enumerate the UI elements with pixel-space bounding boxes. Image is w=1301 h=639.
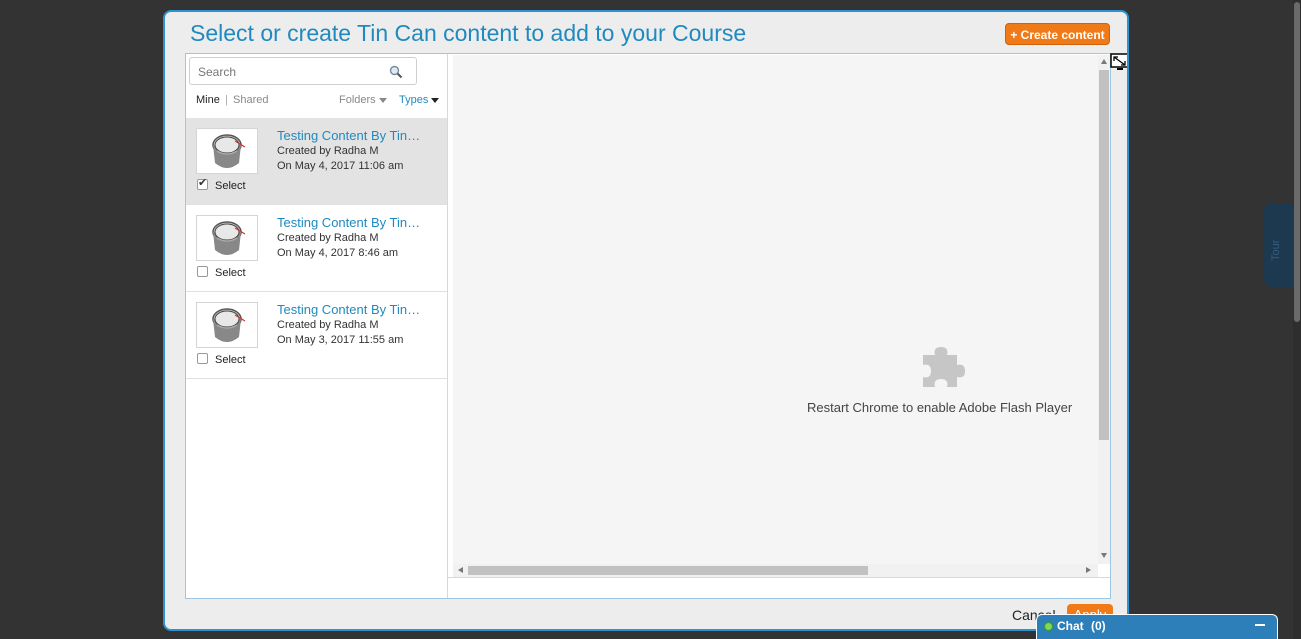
chat-count: (0) [1091, 619, 1106, 633]
item-title-link[interactable]: Testing Content By Tin… [277, 128, 427, 143]
content-list: Testing Content By Tin… Created by Radha… [186, 118, 447, 379]
tin-can-icon [212, 308, 246, 342]
content-list-panel: Mine | Shared Folders Types [186, 54, 448, 598]
item-date: On May 3, 2017 11:55 am [277, 334, 404, 346]
select-label: Select [215, 267, 246, 279]
content-thumbnail [196, 128, 258, 174]
content-thumbnail [196, 215, 258, 261]
page-scrollbar-thumb[interactable] [1294, 2, 1300, 322]
content-picker-dialog: Select or create Tin Can content to add … [163, 10, 1129, 631]
scroll-up-icon[interactable] [1101, 59, 1107, 64]
scrollbar-thumb[interactable] [468, 566, 868, 575]
item-author: Created by Radha M [277, 145, 379, 157]
search-input[interactable] [196, 62, 380, 82]
dialog-title: Select or create Tin Can content to add … [190, 20, 747, 46]
scrollbar-thumb[interactable] [1099, 70, 1109, 440]
types-label: Types [399, 94, 429, 106]
filter-mine[interactable]: Mine [196, 94, 220, 106]
tour-label: Tour [1270, 239, 1282, 261]
preview-vertical-scrollbar[interactable] [1098, 55, 1110, 564]
folders-dropdown[interactable]: Folders [339, 94, 387, 106]
folders-label: Folders [339, 94, 376, 106]
fullscreen-icon[interactable] [1110, 53, 1129, 71]
chat-bar[interactable]: Chat (0) [1036, 614, 1278, 639]
item-title-link[interactable]: Testing Content By Tin… [277, 215, 427, 230]
select-label: Select [215, 180, 246, 192]
search-box[interactable] [189, 57, 417, 85]
select-checkbox[interactable] [197, 353, 208, 364]
item-author: Created by Radha M [277, 319, 379, 331]
minimize-icon[interactable] [1255, 624, 1265, 626]
filter-shared[interactable]: Shared [233, 94, 268, 106]
chevron-down-icon [431, 97, 440, 103]
item-author: Created by Radha M [277, 232, 379, 244]
types-dropdown[interactable]: Types [399, 94, 440, 106]
item-date: On May 4, 2017 11:06 am [277, 160, 404, 172]
scroll-right-icon[interactable] [1086, 567, 1091, 573]
filter-separator: | [225, 94, 228, 106]
item-date: On May 4, 2017 8:46 am [277, 247, 399, 259]
flash-message: Restart Chrome to enable Adobe Flash Pla… [807, 400, 1073, 415]
preview-horizontal-scrollbar[interactable] [453, 564, 1098, 577]
content-thumbnail [196, 302, 258, 348]
scroll-left-icon[interactable] [458, 567, 463, 573]
list-item[interactable]: Testing Content By Tin… Created by Radha… [186, 205, 447, 292]
content-frame: Mine | Shared Folders Types [185, 53, 1111, 599]
filter-row: Mine | Shared Folders Types [186, 94, 447, 112]
create-content-button[interactable]: + Create content [1005, 23, 1110, 45]
tin-can-icon [212, 221, 246, 255]
list-item[interactable]: Testing Content By Tin… Created by Radha… [186, 292, 447, 379]
scroll-down-icon[interactable] [1101, 553, 1107, 558]
item-title-link[interactable]: Testing Content By Tin… [277, 302, 427, 317]
tour-tab[interactable]: Tour [1264, 203, 1294, 287]
tin-can-icon [212, 134, 246, 168]
select-checkbox[interactable] [197, 266, 208, 277]
select-checkbox[interactable] [197, 176, 208, 190]
list-item[interactable]: Testing Content By Tin… Created by Radha… [186, 118, 447, 205]
flash-placeholder[interactable]: Restart Chrome to enable Adobe Flash Pla… [453, 55, 1098, 564]
select-label: Select [215, 354, 246, 366]
search-icon[interactable] [389, 65, 403, 79]
divider [448, 577, 1110, 578]
chat-label: Chat [1057, 619, 1084, 633]
chevron-down-icon [378, 97, 387, 103]
page-scrollbar[interactable] [1293, 0, 1301, 639]
preview-panel: Restart Chrome to enable Adobe Flash Pla… [448, 54, 1110, 598]
plugin-puzzle-icon [923, 347, 965, 387]
online-status-icon [1044, 622, 1053, 631]
